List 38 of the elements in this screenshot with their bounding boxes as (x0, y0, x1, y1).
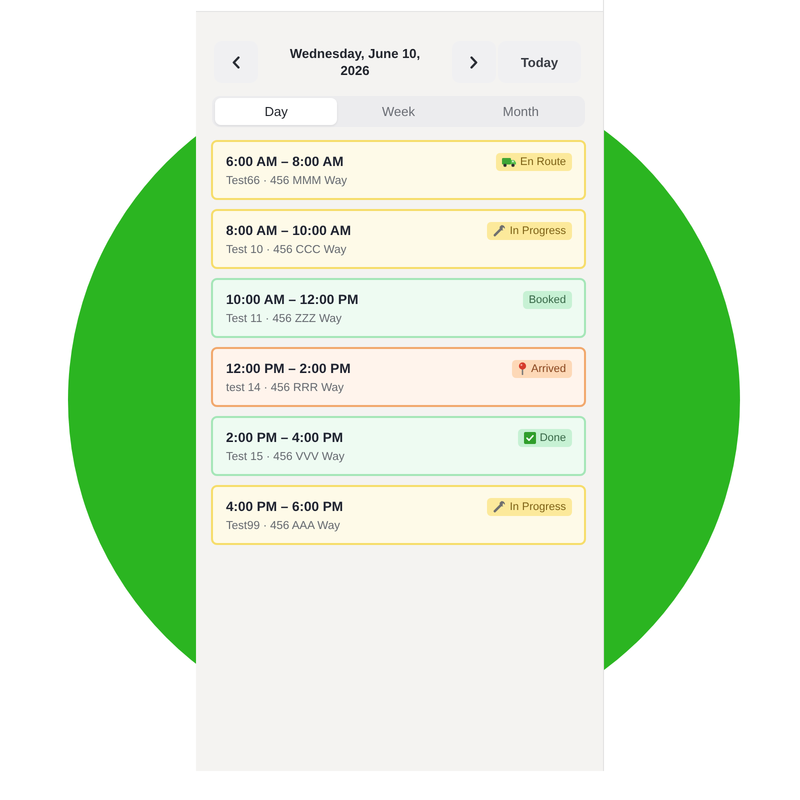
appointment-details: Test 11 · 456 ZZZ Way (226, 313, 343, 325)
status-label: In Progress (510, 224, 566, 236)
appointment-time: 2:00 PM – 4:00 PM (226, 430, 344, 445)
chevron-left-icon (232, 56, 240, 68)
appointment-details: Test 10 · 456 CCC Way (226, 244, 348, 256)
status-label: En Route (520, 156, 566, 168)
chevron-right-icon (470, 56, 478, 68)
wrench-icon (492, 224, 506, 237)
appointment-time: 6:00 AM – 8:00 AM (226, 154, 344, 169)
today-button[interactable]: Today (498, 41, 581, 83)
date-title: Wednesday, June 10, 2026 (288, 45, 422, 79)
appointment-card[interactable]: 2:00 PM – 4:00 PM Done Test 15 · 456 VVV Way (211, 416, 586, 476)
appointment-time: 10:00 AM – 12:00 PM (226, 292, 358, 307)
view-tab[interactable]: Month (460, 98, 582, 125)
status-label: Done (540, 432, 566, 444)
appointment-card[interactable]: 12:00 PM – 2:00 PM Arrived test 14 · 456 RRR Way (211, 347, 586, 407)
status-badge: Booked (522, 290, 572, 308)
appointment-card[interactable]: 4:00 PM – 6:00 PM In Progress Test99 · 456 AAA Way (211, 485, 586, 545)
appointment-details: test 14 · 456 RRR Way (226, 382, 345, 394)
pushpin-icon (518, 362, 528, 375)
previous-day-button[interactable] (214, 41, 258, 83)
appointment-details: Test99 · 456 AAA Way (226, 520, 341, 532)
truck-icon (502, 156, 516, 166)
appointment-details: Test66 · 456 MMM Way (226, 175, 348, 187)
appointment-card[interactable]: 8:00 AM – 10:00 AM In Progress Test 10 · 456 CCC Way (211, 209, 586, 269)
appointment-time: 8:00 AM – 10:00 AM (226, 223, 352, 238)
appointment-card[interactable]: 10:00 AM – 12:00 PM Booked Test 11 · 456 ZZZ Way (211, 278, 586, 338)
appointment-details: Test 15 · 456 VVV Way (226, 451, 346, 463)
view-tab[interactable]: Day (215, 98, 338, 125)
view-tab[interactable]: Week (337, 98, 460, 125)
next-day-button[interactable] (452, 41, 496, 83)
appointment-time: 4:00 PM – 6:00 PM (226, 499, 344, 514)
status-label: In Progress (510, 500, 566, 512)
status-label: Arrived (531, 362, 566, 374)
appointment-card[interactable]: 6:00 AM – 8:00 AM En Route Test66 · 456 MMM Way (211, 140, 586, 200)
checkmark-icon (524, 432, 536, 444)
wrench-icon (492, 500, 506, 513)
appointment-time: 12:00 PM – 2:00 PM (226, 361, 351, 376)
